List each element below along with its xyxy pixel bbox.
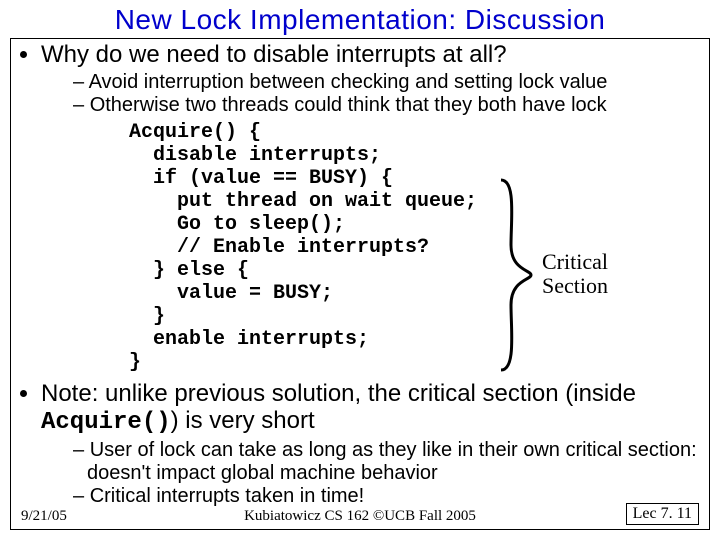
sub-critical-interrupts: Critical interrupts taken in time! [73, 485, 701, 508]
slide: New Lock Implementation: Discussion Why … [0, 0, 720, 540]
sub-avoid-interruption: Avoid interruption between checking and … [73, 71, 701, 94]
footer-center: Kubiatowicz CS 162 ©UCB Fall 2005 [21, 508, 699, 525]
critical-section-annotation: Critical Section [496, 175, 656, 375]
sub-user-lock: User of lock can take as long as they li… [73, 439, 701, 485]
critical-section-label: Critical Section [542, 250, 608, 298]
sub-list-2: User of lock can take as long as they li… [41, 439, 701, 508]
note-pre: Note: unlike previous solution, the crit… [41, 380, 636, 407]
slide-title: New Lock Implementation: Discussion [10, 4, 710, 36]
sub-otherwise: Otherwise two threads could think that t… [73, 94, 701, 117]
bullet-list: Why do we need to disable interrupts at … [19, 41, 701, 117]
critical-l1: Critical [542, 249, 608, 274]
note-code: Acquire() [41, 409, 171, 436]
bullet-text: Why do we need to disable interrupts at … [41, 41, 507, 68]
critical-l2: Section [542, 273, 608, 298]
right-brace-icon [496, 175, 536, 375]
footer-page: Lec 7. 11 [626, 503, 699, 525]
bullet-list-2: Note: unlike previous solution, the crit… [19, 380, 701, 508]
sub-list-1: Avoid interruption between checking and … [41, 71, 701, 117]
bullet-why-disable: Why do we need to disable interrupts at … [41, 41, 701, 117]
note-post: ) is very short [171, 407, 315, 434]
content-frame: Why do we need to disable interrupts at … [10, 38, 710, 530]
bullet-note: Note: unlike previous solution, the crit… [41, 380, 701, 508]
